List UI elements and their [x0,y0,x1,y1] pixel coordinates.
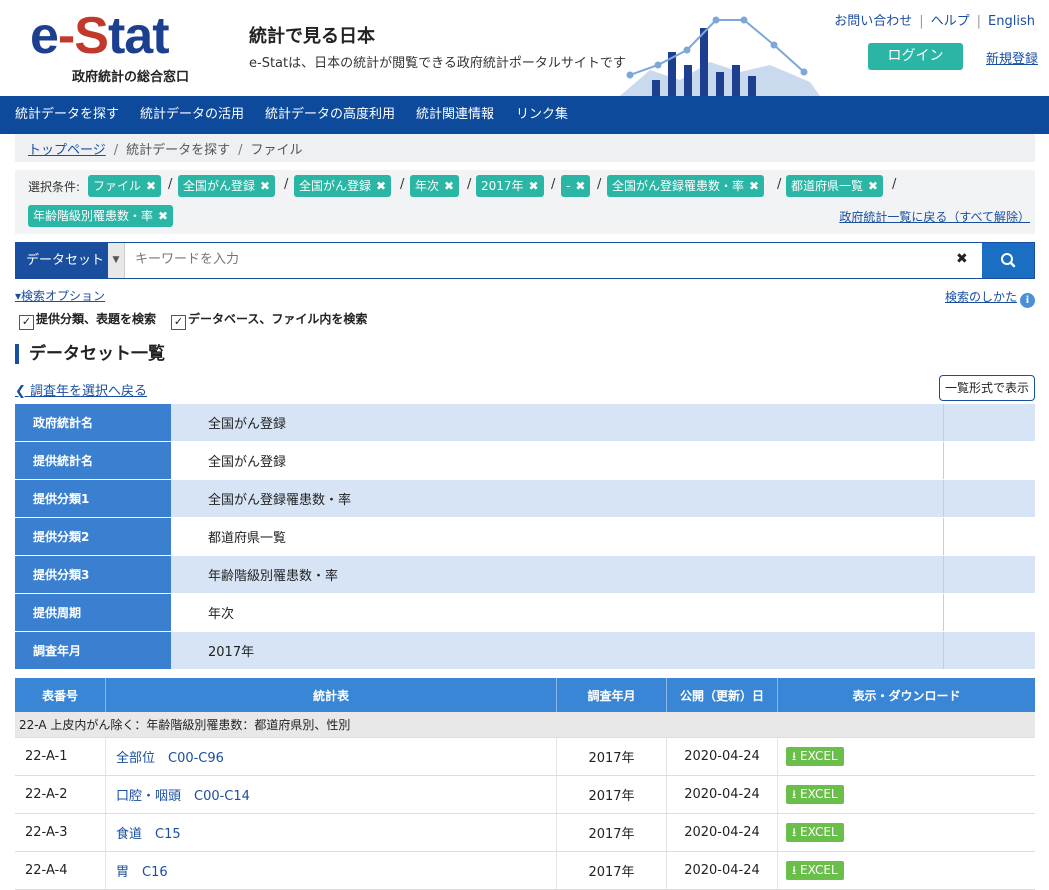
clear-icon[interactable]: ✖ [956,251,968,267]
info-row: 提供周期 年次 [15,593,1035,632]
nav-item-advanced[interactable]: 統計データの高度利用 [265,96,395,134]
table-header-row: 表番号 統計表 調査年月 公開（更新）日 表示・ダウンロード [15,678,1035,712]
excel-download-button[interactable]: ⭳ EXCEL [786,747,844,766]
checkbox-checked-icon[interactable]: ✓ [19,315,34,330]
excel-download-button[interactable]: ⭳ EXCEL [786,861,844,880]
column-header: 公開（更新）日 [666,678,778,712]
condition-tag[interactable]: - ✖ [561,175,591,197]
contact-link[interactable]: お問い合わせ [834,14,912,29]
condition-tag[interactable]: 全国がん登録罹患数・率 ✖ [607,175,765,197]
nav-item-links[interactable]: リンク集 [516,96,568,134]
reset-conditions-link[interactable]: 政府統計一覧に戻る（すべて解除） [839,208,1030,225]
site-title: 統計で見る日本 [249,26,375,47]
table-row: 22-A-3 食道 C15 2017年 2020-04-24 ⭳ EXCEL [15,813,1035,852]
chevron-down-icon[interactable]: ▼ [108,243,125,278]
estat-logo[interactable]: e-Stat 政府統計の総合窓口 [30,6,215,85]
search-scope-select[interactable]: データセット [16,243,108,278]
search-icon [1001,253,1016,268]
nav-item-search-data[interactable]: 統計データを探す [15,96,119,134]
page-title: データセット一覧 [15,344,165,364]
search-button[interactable] [982,243,1034,278]
table-group-row: 22-A 上皮内がん除く：年齢階級別罹患数：都道府県別、性別 [15,712,1035,738]
breadcrumb: トップページ / 統計データを探す / ファイル [15,134,1035,162]
condition-tag[interactable]: ファイル ✖ [88,175,162,197]
site-description: e-Statは、日本の統計が閲覧できる政府統計ポータルサイトです [249,56,626,71]
info-row: 調査年月 2017年 [15,631,1035,670]
checkbox-fulltext[interactable]: ✓ データベース、ファイル内を検索 [171,310,367,330]
list-view-button[interactable]: 一覧形式で表示 [939,375,1035,401]
logo-subtitle: 政府統計の総合窓口 [72,70,190,85]
remove-icon[interactable]: ✖ [158,209,168,223]
search-options-link[interactable]: ▾検索オプション [15,287,105,304]
site-header: e-Stat 政府統計の総合窓口 統計で見る日本 e-Statは、日本の統計が閲… [0,0,1049,96]
search-bar: データセット ▼ ✖ [15,242,1035,279]
nav-item-related-info[interactable]: 統計関連情報 [416,96,494,134]
breadcrumb-home[interactable]: トップページ [28,143,106,158]
condition-tag[interactable]: 年齢階級別罹患数・率 ✖ [28,205,174,227]
logo-mark: e-Stat [30,7,170,65]
breadcrumb-current: ファイル [250,143,303,158]
excel-download-button[interactable]: ⭳ EXCEL [786,823,844,842]
info-row: 提供分類1 全国がん登録罹患数・率 [15,479,1035,518]
table-link[interactable]: 食道 C15 [105,813,557,852]
nav-item-use-data[interactable]: 統計データの活用 [140,96,244,134]
download-icon: ⭳ [792,787,801,801]
info-row: 政府統計名 全国がん登録 [15,404,1035,442]
utility-links: お問い合わせ | ヘルプ | English [834,14,1035,29]
table-link[interactable]: 全部位 C00-C96 [105,737,557,776]
checkbox-checked-icon[interactable]: ✓ [171,315,186,330]
search-howto-link[interactable]: 検索のしかた i [945,288,1035,308]
remove-icon[interactable]: ✖ [868,179,878,193]
table-link[interactable]: 口腔・咽頭 C00-C14 [105,775,557,814]
info-row: 提供分類3 年齢階級別罹患数・率 [15,555,1035,594]
remove-icon[interactable]: ✖ [529,179,539,193]
info-row: 提供分類2 都道府県一覧 [15,517,1035,556]
login-button[interactable]: ログイン [868,43,963,70]
table-row: 22-A-2 口腔・咽頭 C00-C14 2017年 2020-04-24 ⭳ … [15,775,1035,814]
table-link[interactable]: 胃 C16 [105,851,557,890]
remove-icon[interactable]: ✖ [575,179,585,193]
download-icon: ⭳ [792,863,801,877]
remove-icon[interactable]: ✖ [444,179,454,193]
remove-icon[interactable]: ✖ [376,179,386,193]
search-input[interactable] [133,251,937,268]
excel-download-button[interactable]: ⭳ EXCEL [786,785,844,804]
condition-tag[interactable]: 全国がん登録 ✖ [178,175,276,197]
column-header: 調査年月 [556,678,667,712]
condition-tag[interactable]: 2017年 ✖ [476,175,544,197]
conditions-label: 選択条件: [28,180,81,194]
checkbox-classification[interactable]: ✓ 提供分類、表題を検索 [19,310,156,330]
column-header: 統計表 [105,678,557,712]
download-icon: ⭳ [792,825,801,839]
back-to-year-link[interactable]: ❮ 調査年を選択へ戻る [15,380,147,399]
selected-conditions: 選択条件: ファイル ✖ / 全国がん登録 ✖ / 全国がん登録 ✖ / 年次 ✖ / … [15,170,1035,234]
column-header: 表番号 [15,678,106,712]
global-nav: 統計データを探す 統計データの活用 統計データの高度利用 統計関連情報 リンク集 [0,96,1049,134]
files-table: 表番号 統計表 調査年月 公開（更新）日 表示・ダウンロード 22-A 上皮内が… [15,678,1035,890]
download-icon: ⭳ [792,749,801,763]
help-link[interactable]: ヘルプ [931,14,970,29]
condition-tag[interactable]: 都道府県一覧 ✖ [786,175,884,197]
condition-tag[interactable]: 全国がん登録 ✖ [294,175,392,197]
remove-icon[interactable]: ✖ [749,179,759,193]
table-row: 22-A-1 全部位 C00-C96 2017年 2020-04-24 ⭳ EX… [15,737,1035,776]
condition-tag[interactable]: 年次 ✖ [410,175,460,197]
table-row: 22-A-4 胃 C16 2017年 2020-04-24 ⭳ EXCEL [15,851,1035,890]
english-link[interactable]: English [988,14,1035,29]
remove-icon[interactable]: ✖ [146,179,156,193]
column-header: 表示・ダウンロード [777,678,1035,712]
info-row: 提供統計名 全国がん登録 [15,441,1035,480]
remove-icon[interactable]: ✖ [260,179,270,193]
breadcrumb-search: 統計データを探す [126,143,231,158]
info-icon: i [1020,293,1035,308]
signup-link[interactable]: 新規登録 [986,48,1038,67]
header-chart-illustration [620,16,820,96]
chevron-left-icon: ❮ [15,384,31,399]
dataset-info-table: 政府統計名 全国がん登録 提供統計名 全国がん登録 提供分類1 全国がん登録罹患数・率… [15,404,1035,670]
